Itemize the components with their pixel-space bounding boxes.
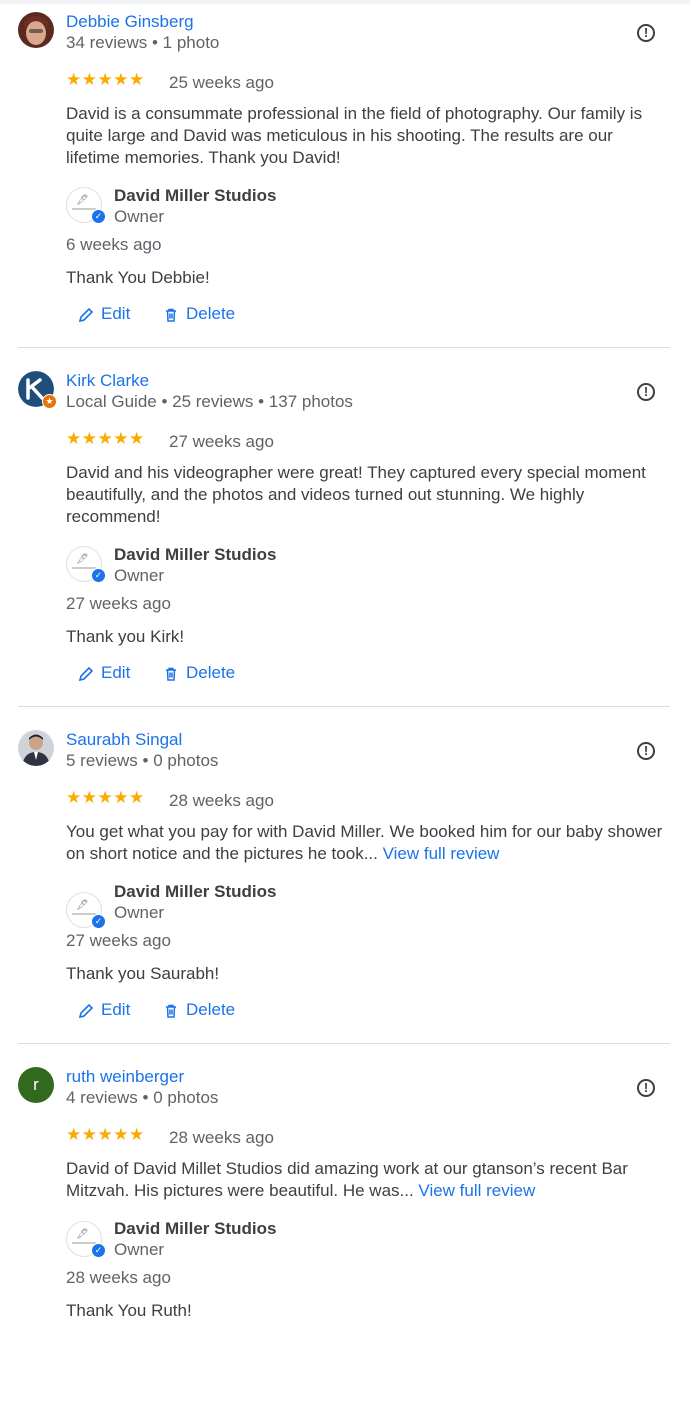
review-date: 28 weeks ago [169, 791, 274, 810]
owner-logo: 🖋 ✓ [66, 546, 106, 583]
delete-label: Delete [186, 304, 236, 323]
reply-text: Thank You Ruth! [66, 1301, 192, 1320]
pencil-icon [78, 666, 94, 681]
divider [18, 706, 670, 707]
report-icon[interactable]: ! [637, 742, 655, 760]
star-rating: ★★★★★ [66, 429, 145, 448]
reviewer-name[interactable]: Debbie Ginsberg [66, 12, 194, 32]
reply-date: 27 weeks ago [66, 594, 171, 613]
reviewer-avatar[interactable] [18, 730, 54, 766]
review-text: David and his videographer were great! T… [66, 462, 666, 528]
delete-label: Delete [186, 663, 236, 682]
review-text: David of David Millet Studios did amazin… [66, 1158, 666, 1202]
delete-reply-button[interactable]: Delete [162, 304, 235, 328]
review-card: Debbie Ginsberg 34 reviews • 1 photo ! ★… [0, 0, 690, 358]
reviewer-avatar[interactable]: ★ [18, 371, 57, 409]
star-rating: ★★★★★ [66, 788, 145, 807]
owner-role: Owner [114, 1240, 165, 1259]
trash-icon [166, 308, 176, 322]
owner-name: David Miller Studios [114, 186, 277, 205]
local-guide-badge-icon: ★ [42, 394, 57, 409]
review-date: 25 weeks ago [169, 73, 274, 92]
edit-label: Edit [101, 663, 131, 682]
trash-icon [166, 1004, 176, 1018]
view-full-review-link[interactable]: View full review [418, 1181, 535, 1200]
reply-date: 28 weeks ago [66, 1268, 171, 1287]
reviewer-avatar[interactable] [18, 12, 54, 48]
star-rating: ★★★★★ [66, 1125, 145, 1144]
owner-logo: 🖋 ✓ [66, 1221, 106, 1258]
review-date: 27 weeks ago [169, 432, 274, 451]
edit-reply-button[interactable]: Edit [77, 1000, 130, 1024]
divider [18, 1043, 670, 1044]
review-card: ★ Kirk Clarke Local Guide • 25 reviews •… [0, 347, 690, 717]
divider [18, 347, 670, 348]
owner-role: Owner [114, 207, 165, 226]
reviewer-initial: r [18, 1067, 54, 1103]
reply-text: Thank you Saurabh! [66, 964, 220, 983]
check-badge-icon: ✓ [91, 914, 106, 929]
reviewer-avatar[interactable]: r [18, 1067, 54, 1103]
reply-date: 27 weeks ago [66, 931, 171, 950]
view-full-review-link[interactable]: View full review [383, 844, 500, 863]
reply-text: Thank You Debbie! [66, 268, 210, 287]
delete-reply-button[interactable]: Delete [162, 1000, 235, 1024]
reviewer-meta: 5 reviews • 0 photos [66, 751, 219, 770]
pencil-icon [78, 1003, 94, 1018]
review-date: 28 weeks ago [169, 1128, 274, 1147]
delete-label: Delete [186, 1000, 236, 1019]
owner-logo: 🖋 ✓ [66, 187, 106, 224]
report-icon[interactable]: ! [637, 24, 655, 42]
edit-label: Edit [101, 1000, 131, 1019]
reviewer-name[interactable]: Saurabh Singal [66, 730, 182, 750]
pencil-icon [78, 307, 94, 322]
reviewer-photo [18, 730, 54, 766]
check-badge-icon: ✓ [91, 209, 106, 224]
owner-name: David Miller Studios [114, 545, 277, 564]
owner-role: Owner [114, 903, 165, 922]
check-badge-icon: ✓ [91, 568, 106, 583]
edit-reply-button[interactable]: Edit [77, 663, 130, 687]
reviewer-meta: 34 reviews • 1 photo [66, 33, 220, 52]
reviewer-name[interactable]: ruth weinberger [66, 1067, 184, 1087]
reviewer-meta: 4 reviews • 0 photos [66, 1088, 219, 1107]
trash-icon [166, 667, 176, 681]
report-icon[interactable]: ! [637, 1079, 655, 1097]
review-card: r ruth weinberger 4 reviews • 0 photos !… [0, 1043, 690, 1413]
reviewer-photo [18, 12, 54, 48]
review-text: David is a consummate professional in th… [66, 103, 666, 169]
reply-text: Thank you Kirk! [66, 627, 185, 646]
report-icon[interactable]: ! [637, 383, 655, 401]
reviewer-meta: Local Guide • 25 reviews • 137 photos [66, 392, 353, 411]
review-card: Saurabh Singal 5 reviews • 0 photos ! ★★… [0, 706, 690, 1076]
review-body: David of David Millet Studios did amazin… [66, 1159, 628, 1200]
owner-name: David Miller Studios [114, 1219, 277, 1238]
owner-role: Owner [114, 566, 165, 585]
check-badge-icon: ✓ [91, 1243, 106, 1258]
edit-label: Edit [101, 304, 131, 323]
delete-reply-button[interactable]: Delete [162, 663, 235, 687]
review-body: You get what you pay for with David Mill… [66, 822, 663, 863]
reviewer-name[interactable]: Kirk Clarke [66, 371, 149, 391]
reply-date: 6 weeks ago [66, 235, 162, 254]
review-body: David is a consummate professional in th… [66, 104, 643, 167]
edit-reply-button[interactable]: Edit [77, 304, 130, 328]
review-body: David and his videographer were great! T… [66, 463, 646, 526]
review-text: You get what you pay for with David Mill… [66, 821, 666, 865]
owner-name: David Miller Studios [114, 882, 277, 901]
star-rating: ★★★★★ [66, 70, 145, 89]
owner-logo: 🖋 ✓ [66, 892, 106, 929]
